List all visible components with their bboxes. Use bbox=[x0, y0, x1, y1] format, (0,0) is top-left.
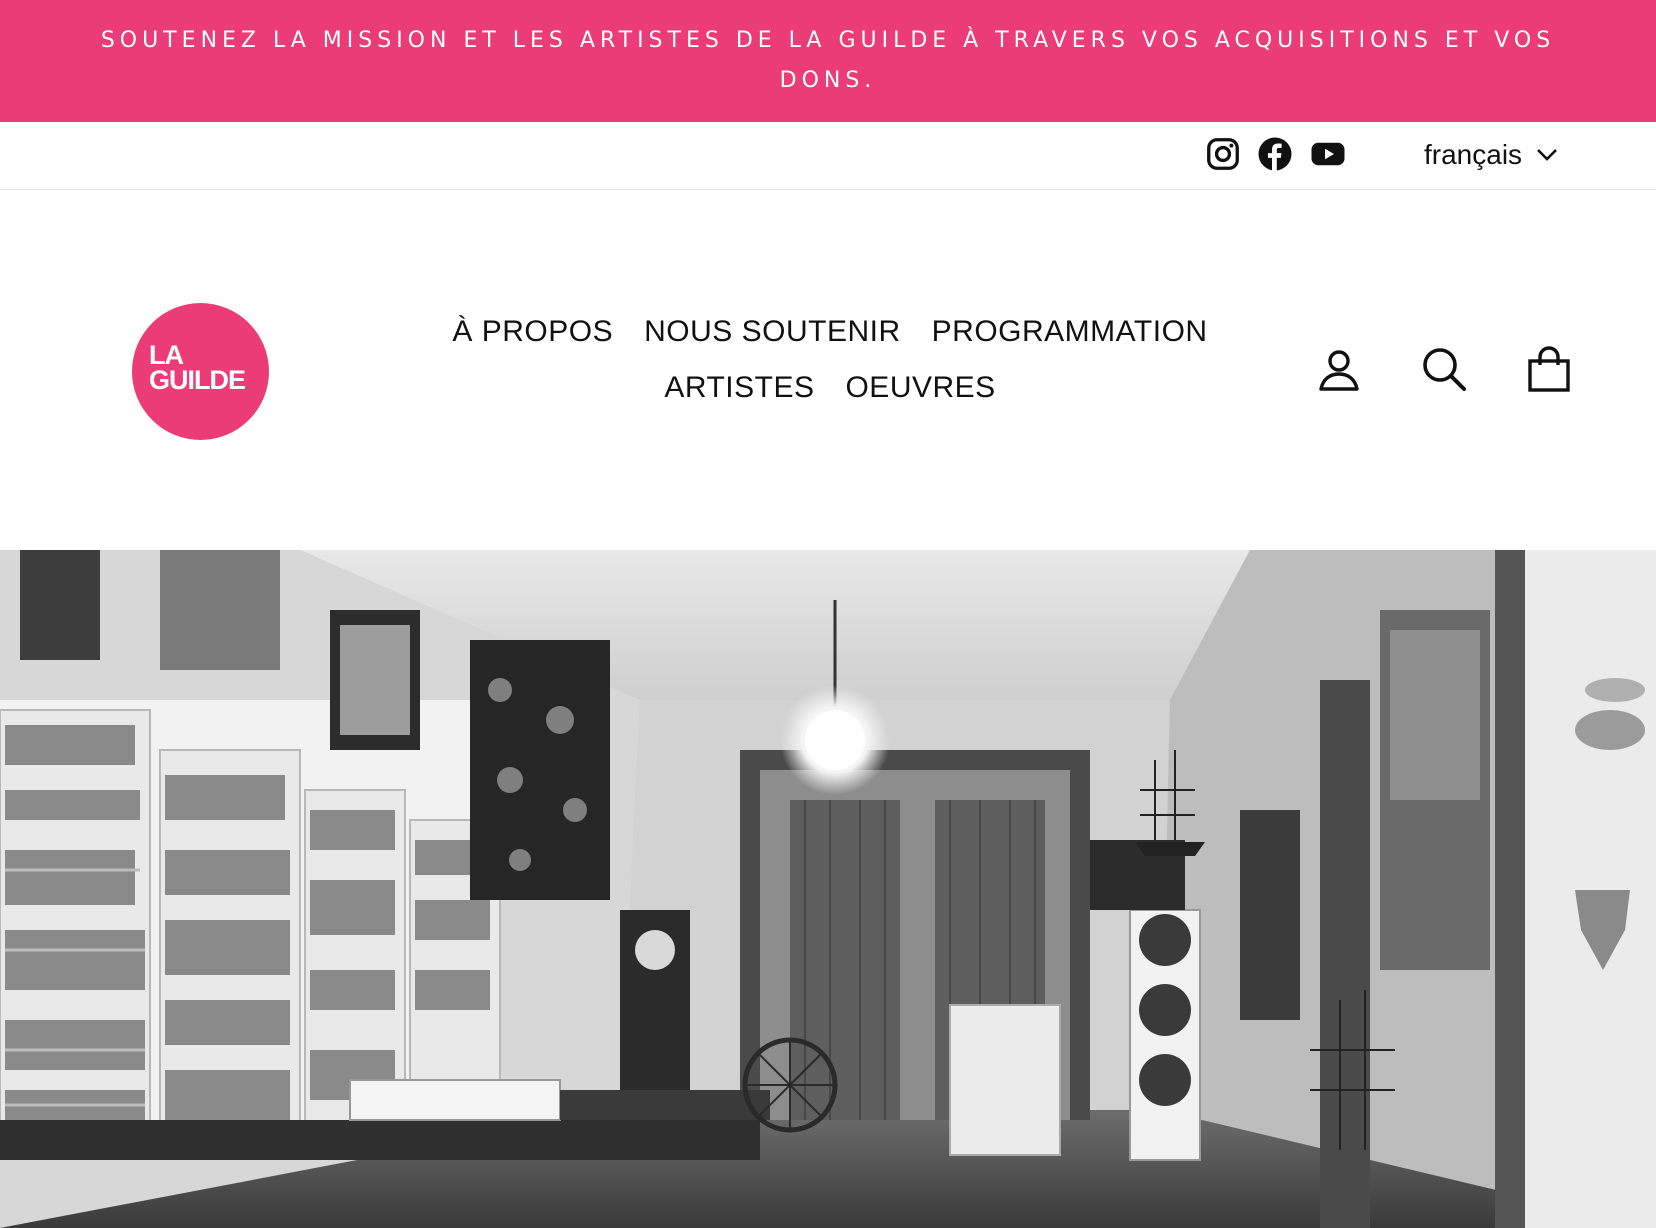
cart-icon bbox=[1528, 346, 1570, 392]
youtube-link[interactable] bbox=[1310, 136, 1346, 172]
search-button[interactable] bbox=[1421, 346, 1467, 392]
account-button[interactable] bbox=[1316, 346, 1362, 392]
logo-line-2: GUILDE bbox=[149, 365, 246, 395]
language-selector[interactable]: français bbox=[1424, 138, 1558, 172]
search-icon bbox=[1423, 348, 1466, 391]
shop-interior-photo bbox=[0, 550, 1656, 1228]
hero-image bbox=[0, 550, 1656, 1228]
instagram-icon bbox=[1207, 138, 1239, 170]
facebook-icon bbox=[1258, 137, 1292, 171]
nav-item-artistes[interactable]: ARTISTES bbox=[664, 370, 814, 406]
account-icon bbox=[1319, 350, 1359, 391]
chevron-down-icon bbox=[1537, 149, 1557, 161]
nav-item-programmation[interactable]: PROGRAMMATION bbox=[932, 314, 1208, 350]
youtube-icon bbox=[1311, 142, 1345, 166]
language-label: français bbox=[1424, 139, 1523, 170]
facebook-link[interactable] bbox=[1257, 136, 1293, 172]
utility-bar: français bbox=[0, 122, 1656, 190]
cart-button[interactable] bbox=[1526, 346, 1572, 392]
logo-wordmark: LA GUILDE bbox=[149, 342, 246, 395]
main-nav: À PROPOS NOUS SOUTENIR PROGRAMMATION ART… bbox=[380, 314, 1280, 406]
nav-item-a-propos[interactable]: À PROPOS bbox=[452, 314, 613, 350]
announcement-text: SOUTENEZ LA MISSION ET LES ARTISTES DE L… bbox=[100, 28, 1556, 93]
instagram-link[interactable] bbox=[1205, 136, 1241, 172]
announcement-bar: SOUTENEZ LA MISSION ET LES ARTISTES DE L… bbox=[0, 0, 1656, 122]
site-header: LA GUILDE À PROPOS NOUS SOUTENIR PROGRAM… bbox=[0, 190, 1656, 550]
site-logo[interactable]: LA GUILDE bbox=[132, 303, 269, 440]
nav-item-nous-soutenir[interactable]: NOUS SOUTENIR bbox=[644, 314, 901, 350]
nav-item-oeuvres[interactable]: OEUVRES bbox=[845, 370, 995, 406]
